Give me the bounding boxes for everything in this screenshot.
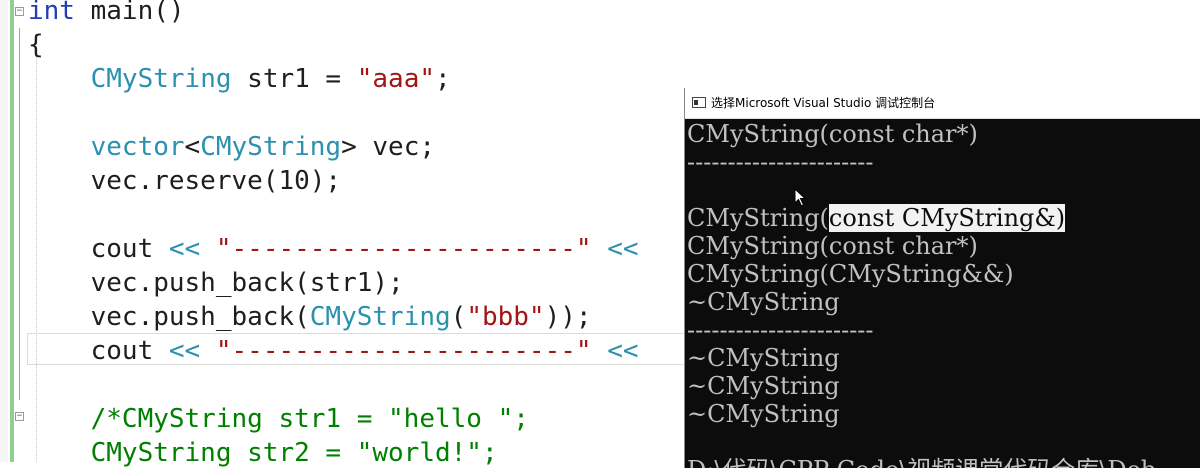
outline-guide — [19, 28, 20, 400]
code-token: )); — [544, 302, 592, 332]
code-line[interactable]: CMyString str1 = "aaa"; — [28, 62, 451, 96]
code-line[interactable]: vector<CMyString> vec; — [28, 130, 435, 164]
code-line[interactable]: vec.push_back(CMyString("bbb")); — [28, 300, 592, 334]
console-line: ----------------------- — [687, 148, 874, 176]
code-token: vec.push_back(str1); — [28, 268, 404, 298]
code-token: /*CMyString str1 = "hello "; — [28, 404, 529, 434]
console-title: 选择Microsoft Visual Studio 调试控制台 — [711, 96, 936, 110]
code-token: > vec; — [341, 132, 436, 162]
code-token: << — [607, 234, 639, 264]
editor-gutter — [0, 0, 8, 462]
code-token: cout — [28, 234, 169, 264]
console-line: CMyString(CMyString&&) — [687, 260, 1014, 288]
code-token: cout — [28, 336, 169, 366]
code-line[interactable]: /*CMyString str1 = "hello "; — [28, 402, 529, 436]
code-token: ( — [450, 302, 467, 332]
code-line[interactable]: cout << "----------------------" << — [28, 334, 639, 368]
code-token: "aaa" — [356, 64, 436, 94]
code-token: { — [28, 30, 44, 60]
code-line[interactable]: vec.push_back(str1); — [28, 266, 404, 300]
code-token: << — [168, 234, 201, 264]
code-token: str1 = — [231, 64, 357, 94]
console-line: ~CMyString — [687, 372, 840, 400]
code-token: vec.reserve(10); — [28, 166, 342, 196]
code-token: << — [607, 336, 639, 366]
console-line: D:\代码\CPP Code\视频课堂代码仓库\Deb — [687, 456, 1156, 468]
code-token: < — [184, 132, 201, 162]
code-line[interactable]: CMyString str2 = "world!"; — [28, 436, 498, 470]
change-tracking-bar — [10, 0, 14, 462]
console-line: CMyString(const char*) — [687, 120, 978, 148]
code-token: vec.push_back( — [28, 302, 310, 332]
console-line: ~CMyString — [687, 288, 840, 316]
code-token: CMyString — [90, 64, 232, 94]
code-line[interactable]: int main() — [28, 0, 185, 28]
console-output[interactable]: CMyString(const char*) ------------------… — [685, 120, 1200, 468]
mouse-cursor-icon — [794, 188, 807, 207]
code-token: main() — [74, 0, 185, 26]
code-token: CMyString str2 = "world!"; — [28, 438, 498, 468]
console-line: ~CMyString — [687, 400, 840, 428]
code-token: vector — [90, 132, 185, 162]
code-line[interactable]: cout << "----------------------" << — [28, 232, 639, 266]
code-token: CMyString — [309, 302, 451, 332]
console-title-bar[interactable]: 选择Microsoft Visual Studio 调试控制台 — [685, 88, 1200, 119]
collapse-comment-icon[interactable]: − — [15, 412, 24, 421]
code-token: CMyString — [200, 132, 342, 162]
code-token: "----------------------" — [215, 234, 592, 264]
console-line-text: CMyString( — [687, 204, 829, 232]
code-token: ; — [435, 64, 451, 94]
console-line: ~CMyString — [687, 344, 840, 372]
console-app-icon — [692, 97, 706, 108]
console-line: ----------------------- — [687, 316, 874, 344]
console-line: CMyString(const CMyString&) — [687, 204, 1066, 232]
console-line: CMyString(const char*) — [687, 232, 978, 260]
collapse-main-icon[interactable]: − — [15, 7, 24, 16]
code-token: int — [28, 0, 75, 26]
code-token: "----------------------" — [215, 336, 592, 366]
code-line[interactable]: { — [28, 28, 44, 62]
code-token: << — [168, 336, 201, 366]
console-selection[interactable]: const CMyString&) — [828, 204, 1066, 232]
debug-console-window[interactable]: 选择Microsoft Visual Studio 调试控制台 CMyStrin… — [684, 88, 1200, 468]
code-token: "bbb" — [466, 302, 545, 332]
code-line[interactable]: vec.reserve(10); — [28, 164, 341, 198]
